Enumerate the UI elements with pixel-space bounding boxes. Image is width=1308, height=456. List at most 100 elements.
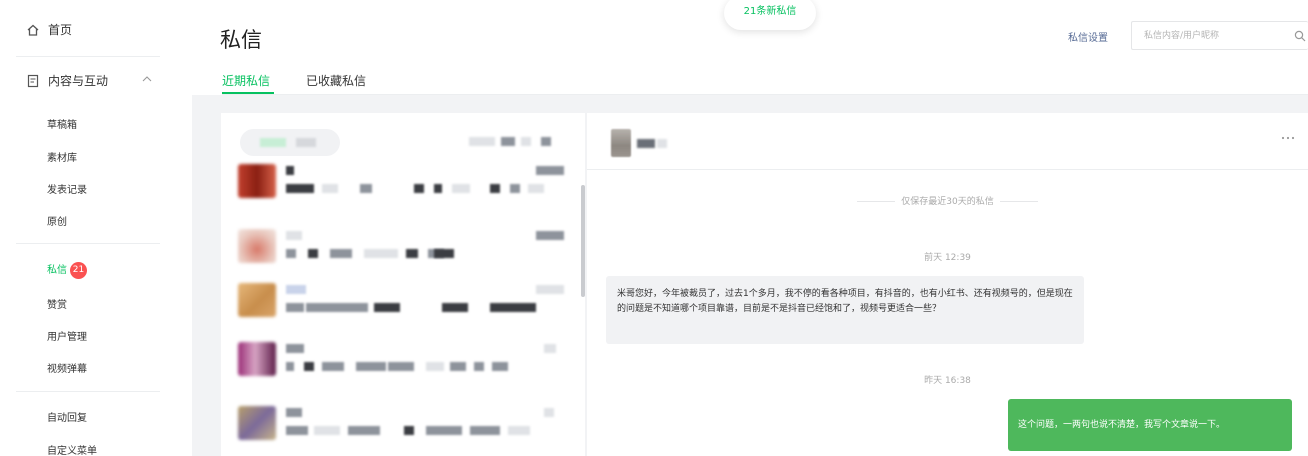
incoming-message-bubble: 米哥您好，今年被裁员了，过去1个多月，我不停的看各种项目，有抖音的，也有小红书、… (606, 276, 1084, 344)
conversation-item[interactable] (238, 342, 568, 392)
blurred-text (404, 426, 414, 435)
blurred-text (434, 184, 442, 193)
avatar (238, 229, 276, 263)
search-icon[interactable] (1294, 30, 1306, 42)
message-timestamp: 前天 12:39 (924, 253, 971, 263)
blurred-text (657, 139, 667, 148)
sidebar: 首页 内容与互动 草稿箱 素材库 发表记录 原创 私信 21 赞赏 用户管理 视频… (0, 0, 192, 456)
blurred-text (304, 362, 314, 371)
sidebar-item-video-danmaku[interactable]: 视频弹幕 (47, 360, 87, 375)
blurred-text (286, 184, 314, 193)
blurred-text (536, 166, 564, 175)
sidebar-item-label: 私信 (47, 265, 67, 276)
blurred-text (492, 362, 508, 371)
sidebar-item-materials[interactable]: 素材库 (47, 149, 77, 164)
blurred-text (637, 139, 655, 148)
conversation-list (221, 113, 585, 456)
blurred-text (260, 138, 286, 147)
blurred-text (374, 303, 400, 312)
blurred-text (508, 426, 530, 435)
blurred-text (490, 303, 536, 312)
blurred-text (414, 184, 424, 193)
conversation-item[interactable] (238, 164, 568, 214)
avatar (238, 283, 276, 317)
avatar (238, 342, 276, 376)
blurred-text (469, 137, 495, 146)
blurred-text (501, 137, 515, 146)
blurred-text (442, 303, 468, 312)
blurred-text (330, 249, 352, 258)
blurred-text (544, 408, 554, 417)
blurred-text (450, 362, 466, 371)
blurred-text (322, 184, 338, 193)
chat-panel: 仅保存最近30天的私信 前天 12:39 米哥您好，今年被裁员了，过去1个多月，… (587, 113, 1308, 456)
sidebar-item-appreciation[interactable]: 赞赏 (47, 296, 67, 311)
sidebar-item-home[interactable]: 首页 (26, 21, 72, 38)
blurred-text (536, 285, 564, 294)
message-settings-link[interactable]: 私信设置 (1068, 29, 1108, 44)
message-timestamp: 昨天 16:38 (924, 376, 971, 386)
sidebar-group-label: 内容与互动 (48, 74, 109, 88)
retention-notice-text: 仅保存最近30天的私信 (901, 197, 994, 207)
retention-notice: 仅保存最近30天的私信 (587, 194, 1308, 207)
sidebar-item-messages[interactable]: 私信 21 (47, 261, 87, 279)
tab-starred-messages[interactable]: 已收藏私信 (306, 72, 366, 89)
blurred-text (286, 166, 294, 175)
avatar (238, 164, 276, 198)
avatar (238, 406, 276, 440)
blurred-text (544, 344, 556, 353)
blurred-text (286, 344, 304, 353)
blurred-text (360, 184, 372, 193)
sidebar-item-drafts[interactable]: 草稿箱 (47, 116, 77, 131)
blurred-text (426, 362, 444, 371)
blurred-text (510, 184, 520, 193)
blurred-text (286, 303, 304, 312)
divider (16, 56, 160, 57)
unread-badge: 21 (70, 261, 87, 279)
sidebar-item-auto-reply[interactable]: 自动回复 (47, 409, 87, 424)
blurred-text (286, 231, 302, 240)
sidebar-item-publish-history[interactable]: 发表记录 (47, 181, 87, 196)
blurred-text (348, 426, 380, 435)
divider (857, 201, 896, 202)
conversation-item[interactable] (238, 229, 568, 279)
blurred-text (490, 184, 500, 193)
scrollbar[interactable] (581, 185, 585, 297)
divider (16, 391, 160, 392)
blurred-text (536, 231, 564, 240)
blurred-text (474, 362, 484, 371)
blurred-text (521, 137, 531, 146)
avatar (611, 129, 631, 157)
blurred-text (406, 249, 418, 258)
conversation-item[interactable] (238, 283, 568, 333)
blurred-text (286, 285, 306, 294)
tab-recent-messages[interactable]: 近期私信 (222, 72, 270, 89)
home-icon (27, 24, 39, 36)
sidebar-item-user-management[interactable]: 用户管理 (47, 328, 87, 343)
blurred-text (322, 362, 344, 371)
search-input[interactable] (1132, 22, 1282, 49)
chat-header (587, 113, 1308, 170)
blurred-text (308, 249, 318, 258)
conversation-filter-chip[interactable] (240, 129, 340, 156)
blurred-text (541, 137, 551, 146)
search-box (1131, 21, 1308, 50)
page-title: 私信 (220, 28, 262, 52)
sidebar-item-label: 首页 (48, 23, 73, 37)
blurred-text (388, 362, 414, 371)
sidebar-item-original[interactable]: 原创 (47, 213, 67, 228)
blurred-text (286, 249, 296, 258)
blurred-text (286, 426, 308, 435)
blurred-text (296, 138, 316, 147)
new-messages-pill[interactable]: 21条新私信 (724, 0, 816, 30)
sidebar-group-content[interactable]: 内容与互动 (26, 72, 156, 89)
more-icon[interactable] (1280, 133, 1296, 143)
blurred-text (452, 184, 470, 193)
divider (999, 201, 1038, 202)
blurred-text (528, 184, 544, 193)
conversation-item[interactable] (238, 406, 568, 456)
blurred-text (364, 249, 398, 258)
sidebar-item-custom-menu[interactable]: 自定义菜单 (47, 442, 97, 456)
chevron-up-icon[interactable] (142, 75, 152, 83)
blurred-text (470, 426, 500, 435)
